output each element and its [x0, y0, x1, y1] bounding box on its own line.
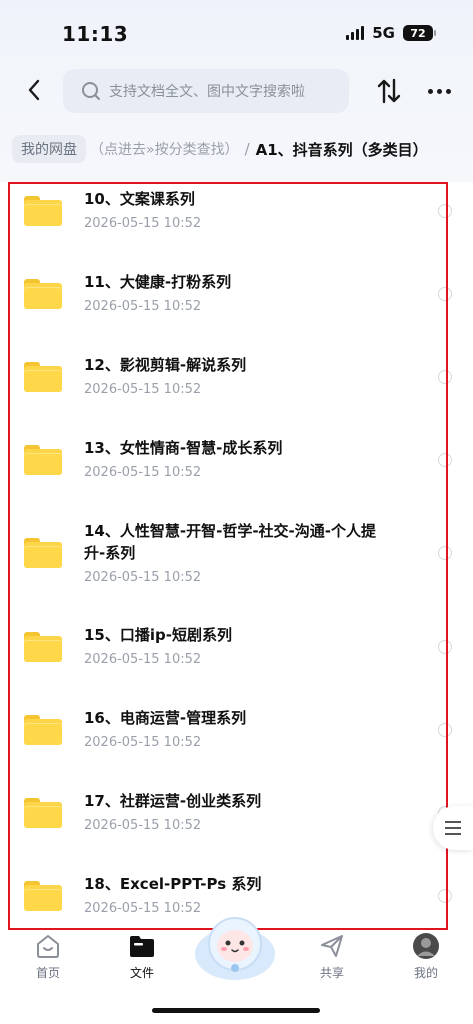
side-menu-handle[interactable] [433, 806, 473, 850]
file-date: 2026-05-15 10:52 [84, 465, 202, 480]
file-name: 16、电商运营-管理系列 [84, 709, 247, 727]
file-name: 17、社群运营-创业类系列 [84, 792, 262, 810]
breadcrumb: 我的网盘 （点进去»按分类查找） / A1、抖音系列（多类目） [12, 134, 428, 164]
file-date: 2026-05-15 10:52 [84, 382, 202, 397]
folder-icon [24, 798, 62, 828]
sort-arrows-icon [377, 78, 401, 104]
avatar [412, 932, 440, 960]
more-button[interactable] [424, 76, 454, 106]
tab-mine-label: 我的 [413, 966, 438, 980]
file-name: 14、人性智慧-开智-哲学-社交-沟通-个人提升-系列 [84, 522, 377, 562]
folder-icon [24, 279, 62, 309]
file-name: 10、文案课系列 [84, 190, 195, 208]
tab-home[interactable]: 首页 [18, 932, 78, 988]
file-name: 18、Excel-PPT-Ps 系列 [84, 875, 262, 893]
status-time: 11:13 [62, 22, 129, 46]
folder-icon [24, 362, 62, 392]
file-name: 11、大健康-打粉系列 [84, 273, 232, 291]
back-button[interactable] [20, 76, 48, 104]
select-checkbox[interactable] [438, 546, 452, 560]
file-name: 12、影视剪辑-解说系列 [84, 356, 247, 374]
select-checkbox[interactable] [438, 889, 452, 903]
select-checkbox[interactable] [438, 204, 452, 218]
folder-icon [24, 196, 62, 226]
file-date: 2026-05-15 10:52 [84, 570, 202, 585]
sort-button[interactable] [374, 76, 404, 106]
home-icon [34, 932, 62, 960]
tab-share-label: 共享 [319, 966, 344, 980]
select-checkbox[interactable] [438, 453, 452, 467]
file-name: 13、女性情商-智慧-成长系列 [84, 439, 283, 457]
file-date: 2026-05-15 10:52 [84, 818, 202, 833]
mascot-button[interactable] [192, 910, 278, 982]
file-date: 2026-05-15 10:52 [84, 735, 202, 750]
select-checkbox[interactable] [438, 287, 452, 301]
paper-plane-icon [318, 932, 346, 960]
tab-share[interactable]: 共享 [302, 932, 362, 988]
folder-icon [24, 715, 62, 745]
home-indicator [152, 1008, 320, 1013]
folder-icon [24, 632, 62, 662]
search-icon [82, 82, 100, 100]
battery-icon: 72 [403, 25, 436, 41]
file-date: 2026-05-15 10:52 [84, 299, 202, 314]
folder-icon [24, 881, 62, 911]
tab-mine[interactable]: 我的 [396, 932, 456, 988]
status-indicators: 5G 72 [346, 24, 436, 42]
file-date: 2026-05-15 10:52 [84, 901, 202, 916]
network-type: 5G [372, 24, 395, 42]
file-name: 15、口播ip-短剧系列 [84, 626, 232, 644]
file-date: 2026-05-15 10:52 [84, 652, 202, 667]
breadcrumb-middle[interactable]: （点进去»按分类查找） [90, 139, 239, 159]
file-date: 2026-05-15 10:52 [84, 216, 202, 231]
breadcrumb-current: A1、抖音系列（多类目） [255, 140, 428, 159]
tab-files[interactable]: 文件 [112, 932, 172, 988]
breadcrumb-separator: / [244, 140, 250, 158]
folder-filled-icon [128, 932, 156, 960]
search-placeholder: 支持文档全文、图中文字搜索啦 [109, 84, 305, 100]
status-bar: 11:13 5G 72 [0, 0, 473, 62]
select-checkbox[interactable] [438, 723, 452, 737]
folder-icon [24, 445, 62, 475]
signal-icon [346, 26, 365, 40]
menu-lines-icon [445, 821, 461, 823]
more-horizontal-icon [427, 88, 433, 94]
select-checkbox[interactable] [438, 370, 452, 384]
folder-icon [24, 538, 62, 568]
header: 支持文档全文、图中文字搜索啦 我的网盘 （点进去»按分类查找） / A1、抖音系… [0, 62, 473, 182]
tab-files-label: 文件 [129, 966, 154, 980]
tab-home-label: 首页 [35, 966, 60, 980]
search-input[interactable]: 支持文档全文、图中文字搜索啦 [63, 69, 349, 113]
select-checkbox[interactable] [438, 640, 452, 654]
breadcrumb-root[interactable]: 我的网盘 [12, 135, 86, 163]
chevron-left-icon [28, 79, 40, 101]
